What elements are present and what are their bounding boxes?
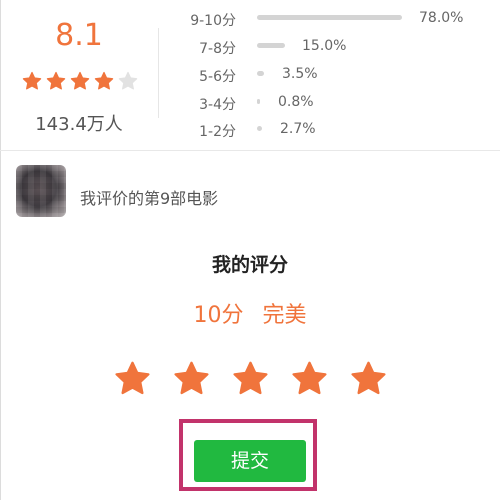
distribution-label: 7-8分 <box>199 41 236 57</box>
distribution-row: 7-8分 15.0% <box>0 38 500 62</box>
distribution-label: 9-10分 <box>190 13 236 29</box>
rating-summary: 8.1 143.4万人 9-10分 78.0% 7-8分 15.0% 5-6分 … <box>0 0 500 150</box>
distribution-percent: 0.8% <box>278 94 314 110</box>
distribution-label: 5-6分 <box>199 69 236 85</box>
submit-button[interactable]: 提交 <box>194 440 306 482</box>
rating-star-icon[interactable] <box>114 360 151 397</box>
section-divider <box>0 150 500 151</box>
distribution-row: 1-2分 2.7% <box>0 121 500 145</box>
distribution-percent: 78.0% <box>419 10 464 26</box>
distribution-label: 3-4分 <box>199 97 236 113</box>
rating-stars <box>0 360 500 397</box>
distribution-percent: 3.5% <box>282 66 318 82</box>
avatar[interactable] <box>16 165 66 217</box>
rating-star-icon[interactable] <box>291 360 328 397</box>
user-review-count: 我评价的第9部电影 <box>80 189 219 208</box>
distribution-bar <box>257 71 264 76</box>
my-rating-title: 我的评分 <box>211 254 288 276</box>
distribution-percent: 2.7% <box>280 121 316 137</box>
distribution-label: 1-2分 <box>199 124 236 140</box>
distribution-row: 5-6分 3.5% <box>0 66 500 90</box>
distribution-row: 3-4分 0.8% <box>0 94 500 118</box>
distribution-percent: 15.0% <box>302 38 347 54</box>
distribution-bar <box>257 126 262 131</box>
rating-star-icon[interactable] <box>173 360 210 397</box>
distribution-bar <box>257 43 285 48</box>
distribution-row: 9-10分 78.0% <box>0 10 500 34</box>
distribution-bar <box>257 99 260 104</box>
rating-star-icon[interactable] <box>350 360 387 397</box>
rating-star-icon[interactable] <box>232 360 269 397</box>
my-score: 10分 完美 <box>0 297 500 329</box>
my-score-label: 完美 <box>262 303 307 328</box>
my-score-value: 10分 <box>193 303 244 328</box>
distribution-bar <box>257 15 402 20</box>
user-row: 我评价的第9部电影 <box>0 165 500 225</box>
